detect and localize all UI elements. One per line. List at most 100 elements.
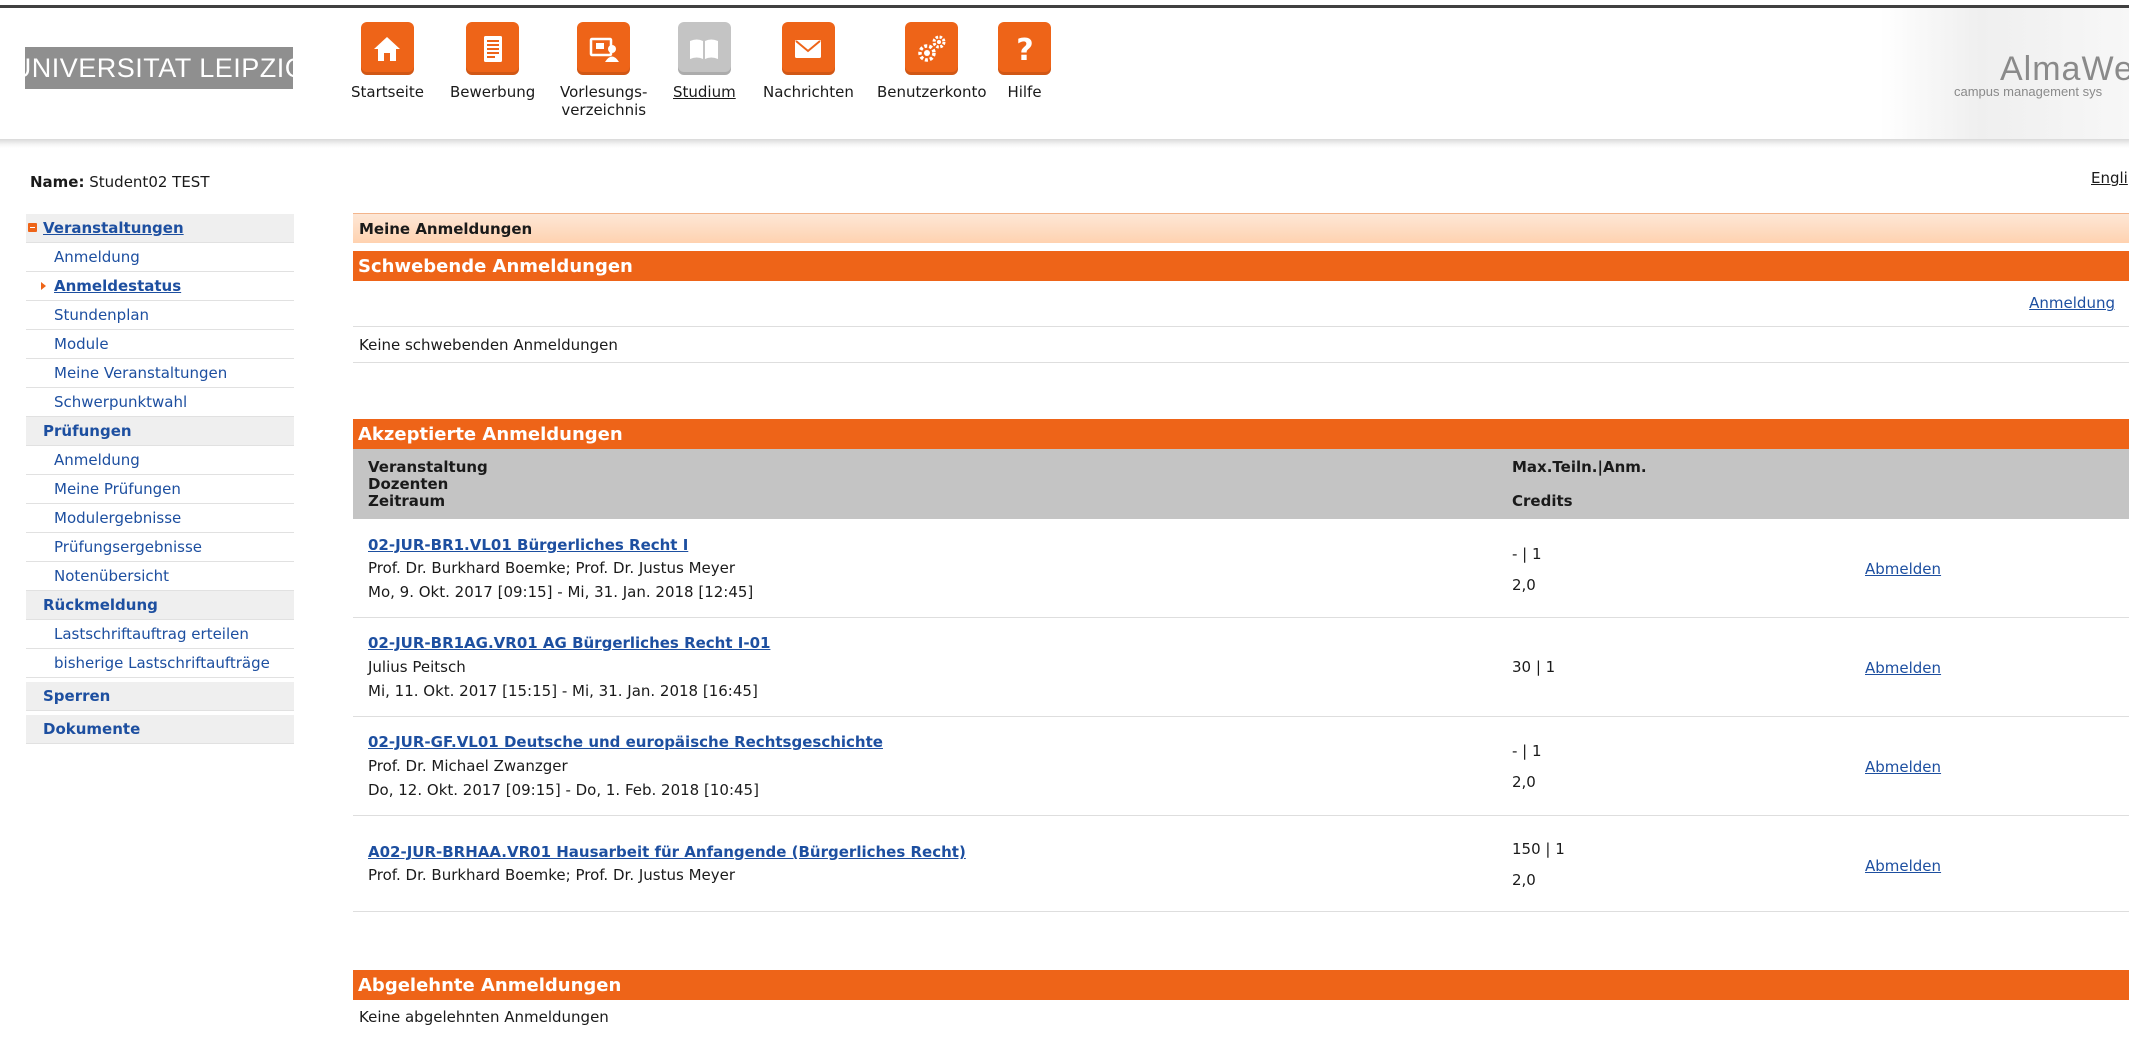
- top-border: [0, 0, 2129, 8]
- anmeldung-link[interactable]: Anmeldung: [2029, 294, 2115, 312]
- user-name: Name: Student02 TEST: [30, 173, 210, 191]
- pending-actions: Anmeldung: [353, 281, 2129, 327]
- col-header-max-teiln: Max.Teiln.|Anm.: [1512, 458, 1647, 476]
- course-max-anm: 150 | 1: [1512, 840, 1565, 858]
- course-lecturers: Prof. Dr. Burkhard Boemke; Prof. Dr. Jus…: [368, 866, 736, 884]
- course-credits: 2,0: [1512, 773, 1536, 791]
- course-max-anm: - | 1: [1512, 545, 1542, 563]
- sidebar-item-label: Module: [54, 335, 109, 353]
- nav-bewerbung[interactable]: Bewerbung: [450, 22, 535, 101]
- sidebar-item-label: Anmeldung: [54, 248, 140, 266]
- sidebar-item-label: Meine Prüfungen: [54, 480, 181, 498]
- almaweb-tagline: campus management sys: [1954, 84, 2103, 99]
- nav-label: Vorlesungs- verzeichnis: [560, 83, 647, 119]
- nav-studium[interactable]: Studium: [673, 22, 736, 101]
- sidebar: Veranstaltungen Anmeldung Anmeldestatus …: [26, 214, 294, 744]
- abmelden-link[interactable]: Abmelden: [1865, 560, 1941, 578]
- col-header-zeitraum: Zeitraum: [368, 492, 446, 510]
- course-link[interactable]: 02-JUR-BR1AG.VR01 AG Bürgerliches Recht …: [368, 634, 770, 652]
- table-row: 02-JUR-BR1.VL01 Bürgerliches Recht I Pro…: [353, 519, 2129, 618]
- sidebar-item-label: Veranstaltungen: [43, 219, 184, 237]
- home-icon: [360, 22, 414, 75]
- nav-nachrichten[interactable]: Nachrichten: [763, 22, 854, 101]
- course-period: Mi, 11. Okt. 2017 [15:15] - Mi, 31. Jan.…: [368, 682, 758, 700]
- nav-benutzerkonto[interactable]: Benutzerkonto: [877, 22, 987, 101]
- abmelden-link[interactable]: Abmelden: [1865, 659, 1941, 677]
- section-title-pending: Schwebende Anmeldungen: [353, 251, 2129, 281]
- abmelden-link[interactable]: Abmelden: [1865, 758, 1941, 776]
- sidebar-item-module[interactable]: Module: [26, 330, 294, 359]
- sidebar-item-label: bisherige Lastschriftaufträge: [54, 654, 270, 672]
- sidebar-item-pruefungsanmeldung[interactable]: Anmeldung: [26, 446, 294, 475]
- university-logo[interactable]: UNIVERSITAT LEIPZIG: [12, 47, 306, 89]
- sidebar-item-label: Modulergebnisse: [54, 509, 182, 527]
- sidebar-item-schwerpunktwahl[interactable]: Schwerpunktwahl: [26, 388, 294, 417]
- sidebar-item-meine-pruefungen[interactable]: Meine Prüfungen: [26, 475, 294, 504]
- course-max-anm: 30 | 1: [1512, 658, 1556, 676]
- nav-startseite[interactable]: Startseite: [351, 22, 424, 101]
- book-icon: [677, 22, 731, 75]
- nav-label: Studium: [673, 83, 736, 101]
- user-name-label: Name:: [30, 173, 85, 191]
- course-period: Mo, 9. Okt. 2017 [09:15] - Mi, 31. Jan. …: [368, 583, 754, 601]
- sidebar-item-pruefungsergebnisse[interactable]: Prüfungsergebnisse: [26, 533, 294, 562]
- sidebar-item-veranstaltungen[interactable]: Veranstaltungen: [26, 214, 294, 243]
- main-content: Meine Anmeldungen Schwebende Anmeldungen…: [353, 213, 2129, 1026]
- sidebar-item-anmeldung[interactable]: Anmeldung: [26, 243, 294, 272]
- sidebar-item-notenuebersicht[interactable]: Notenübersicht: [26, 562, 294, 591]
- sidebar-item-label: Schwerpunktwahl: [54, 393, 188, 411]
- abmelden-link[interactable]: Abmelden: [1865, 857, 1941, 875]
- table-row: A02-JUR-BRHAA.VR01 Hausarbeit für Anfang…: [353, 816, 2129, 912]
- sidebar-item-bisherige-lastschriftauftraege[interactable]: bisherige Lastschriftaufträge: [26, 649, 294, 678]
- course-credits: 2,0: [1512, 871, 1536, 889]
- col-header-credits: Credits: [1512, 492, 1573, 510]
- sidebar-item-label: Dokumente: [43, 720, 141, 738]
- current-page-arrow-icon: [41, 282, 46, 290]
- svg-text:?: ?: [1016, 33, 1033, 66]
- sidebar-item-anmeldestatus[interactable]: Anmeldestatus: [26, 272, 294, 301]
- nav-label: Startseite: [351, 83, 424, 101]
- course-link[interactable]: 02-JUR-GF.VL01 Deutsche und europäische …: [368, 733, 883, 751]
- nav-hilfe[interactable]: ? Hilfe: [998, 22, 1051, 101]
- course-catalog-icon: [577, 22, 631, 75]
- sidebar-item-pruefungen[interactable]: Prüfungen: [26, 417, 294, 446]
- table-row: 02-JUR-GF.VL01 Deutsche und europäische …: [353, 717, 2129, 816]
- nav-vorlesungsverzeichnis[interactable]: Vorlesungs- verzeichnis: [560, 22, 647, 119]
- header: [0, 8, 2129, 141]
- sidebar-item-label: Meine Veranstaltungen: [54, 364, 228, 382]
- course-lecturers: Prof. Dr. Burkhard Boemke; Prof. Dr. Jus…: [368, 559, 736, 577]
- sidebar-item-label: Lastschriftauftrag erteilen: [54, 625, 249, 643]
- course-link[interactable]: 02-JUR-BR1.VL01 Bürgerliches Recht I: [368, 536, 688, 554]
- sidebar-item-sperren[interactable]: Sperren: [26, 682, 294, 711]
- sidebar-item-meine-veranstaltungen[interactable]: Meine Veranstaltungen: [26, 359, 294, 388]
- user-name-value: Student02 TEST: [89, 173, 210, 191]
- help-icon: ?: [998, 22, 1051, 75]
- section-title-rejected: Abgelehnte Anmeldungen: [353, 970, 2129, 1000]
- course-link[interactable]: A02-JUR-BRHAA.VR01 Hausarbeit für Anfang…: [368, 843, 966, 861]
- sidebar-item-label: Anmeldestatus: [54, 277, 182, 295]
- nav-label-line2: verzeichnis: [561, 101, 647, 119]
- page-title: Meine Anmeldungen: [353, 213, 2129, 243]
- application-icon: [466, 22, 520, 75]
- col-header-dozenten: Dozenten: [368, 475, 449, 493]
- nav-label-line1: Vorlesungs-: [560, 83, 648, 101]
- course-lecturers: Prof. Dr. Michael Zwanzger: [368, 757, 568, 775]
- sidebar-item-modulergebnisse[interactable]: Modulergebnisse: [26, 504, 294, 533]
- pending-empty-message: Keine schwebenden Anmeldungen: [353, 327, 2129, 363]
- sidebar-item-stundenplan[interactable]: Stundenplan: [26, 301, 294, 330]
- mail-icon: [781, 22, 835, 75]
- sidebar-item-label: Prüfungsergebnisse: [54, 538, 203, 556]
- section-title-accepted: Akzeptierte Anmeldungen: [353, 419, 2129, 449]
- sidebar-item-lastschriftauftrag[interactable]: Lastschriftauftrag erteilen: [26, 620, 294, 649]
- course-lecturers: Julius Peitsch: [368, 658, 466, 676]
- col-header-veranstaltung: Veranstaltung: [368, 458, 488, 476]
- course-credits: 2,0: [1512, 576, 1536, 594]
- sidebar-item-rueckmeldung[interactable]: Rückmeldung: [26, 591, 294, 620]
- sidebar-item-label: Stundenplan: [54, 306, 150, 324]
- sidebar-item-label: Rückmeldung: [43, 596, 158, 614]
- language-switch-link[interactable]: Engli: [2091, 169, 2128, 187]
- table-row: 02-JUR-BR1AG.VR01 AG Bürgerliches Recht …: [353, 618, 2129, 717]
- sidebar-item-dokumente[interactable]: Dokumente: [26, 715, 294, 744]
- gears-icon: [905, 22, 959, 75]
- rejected-empty-message: Keine abgelehnten Anmeldungen: [359, 1008, 609, 1026]
